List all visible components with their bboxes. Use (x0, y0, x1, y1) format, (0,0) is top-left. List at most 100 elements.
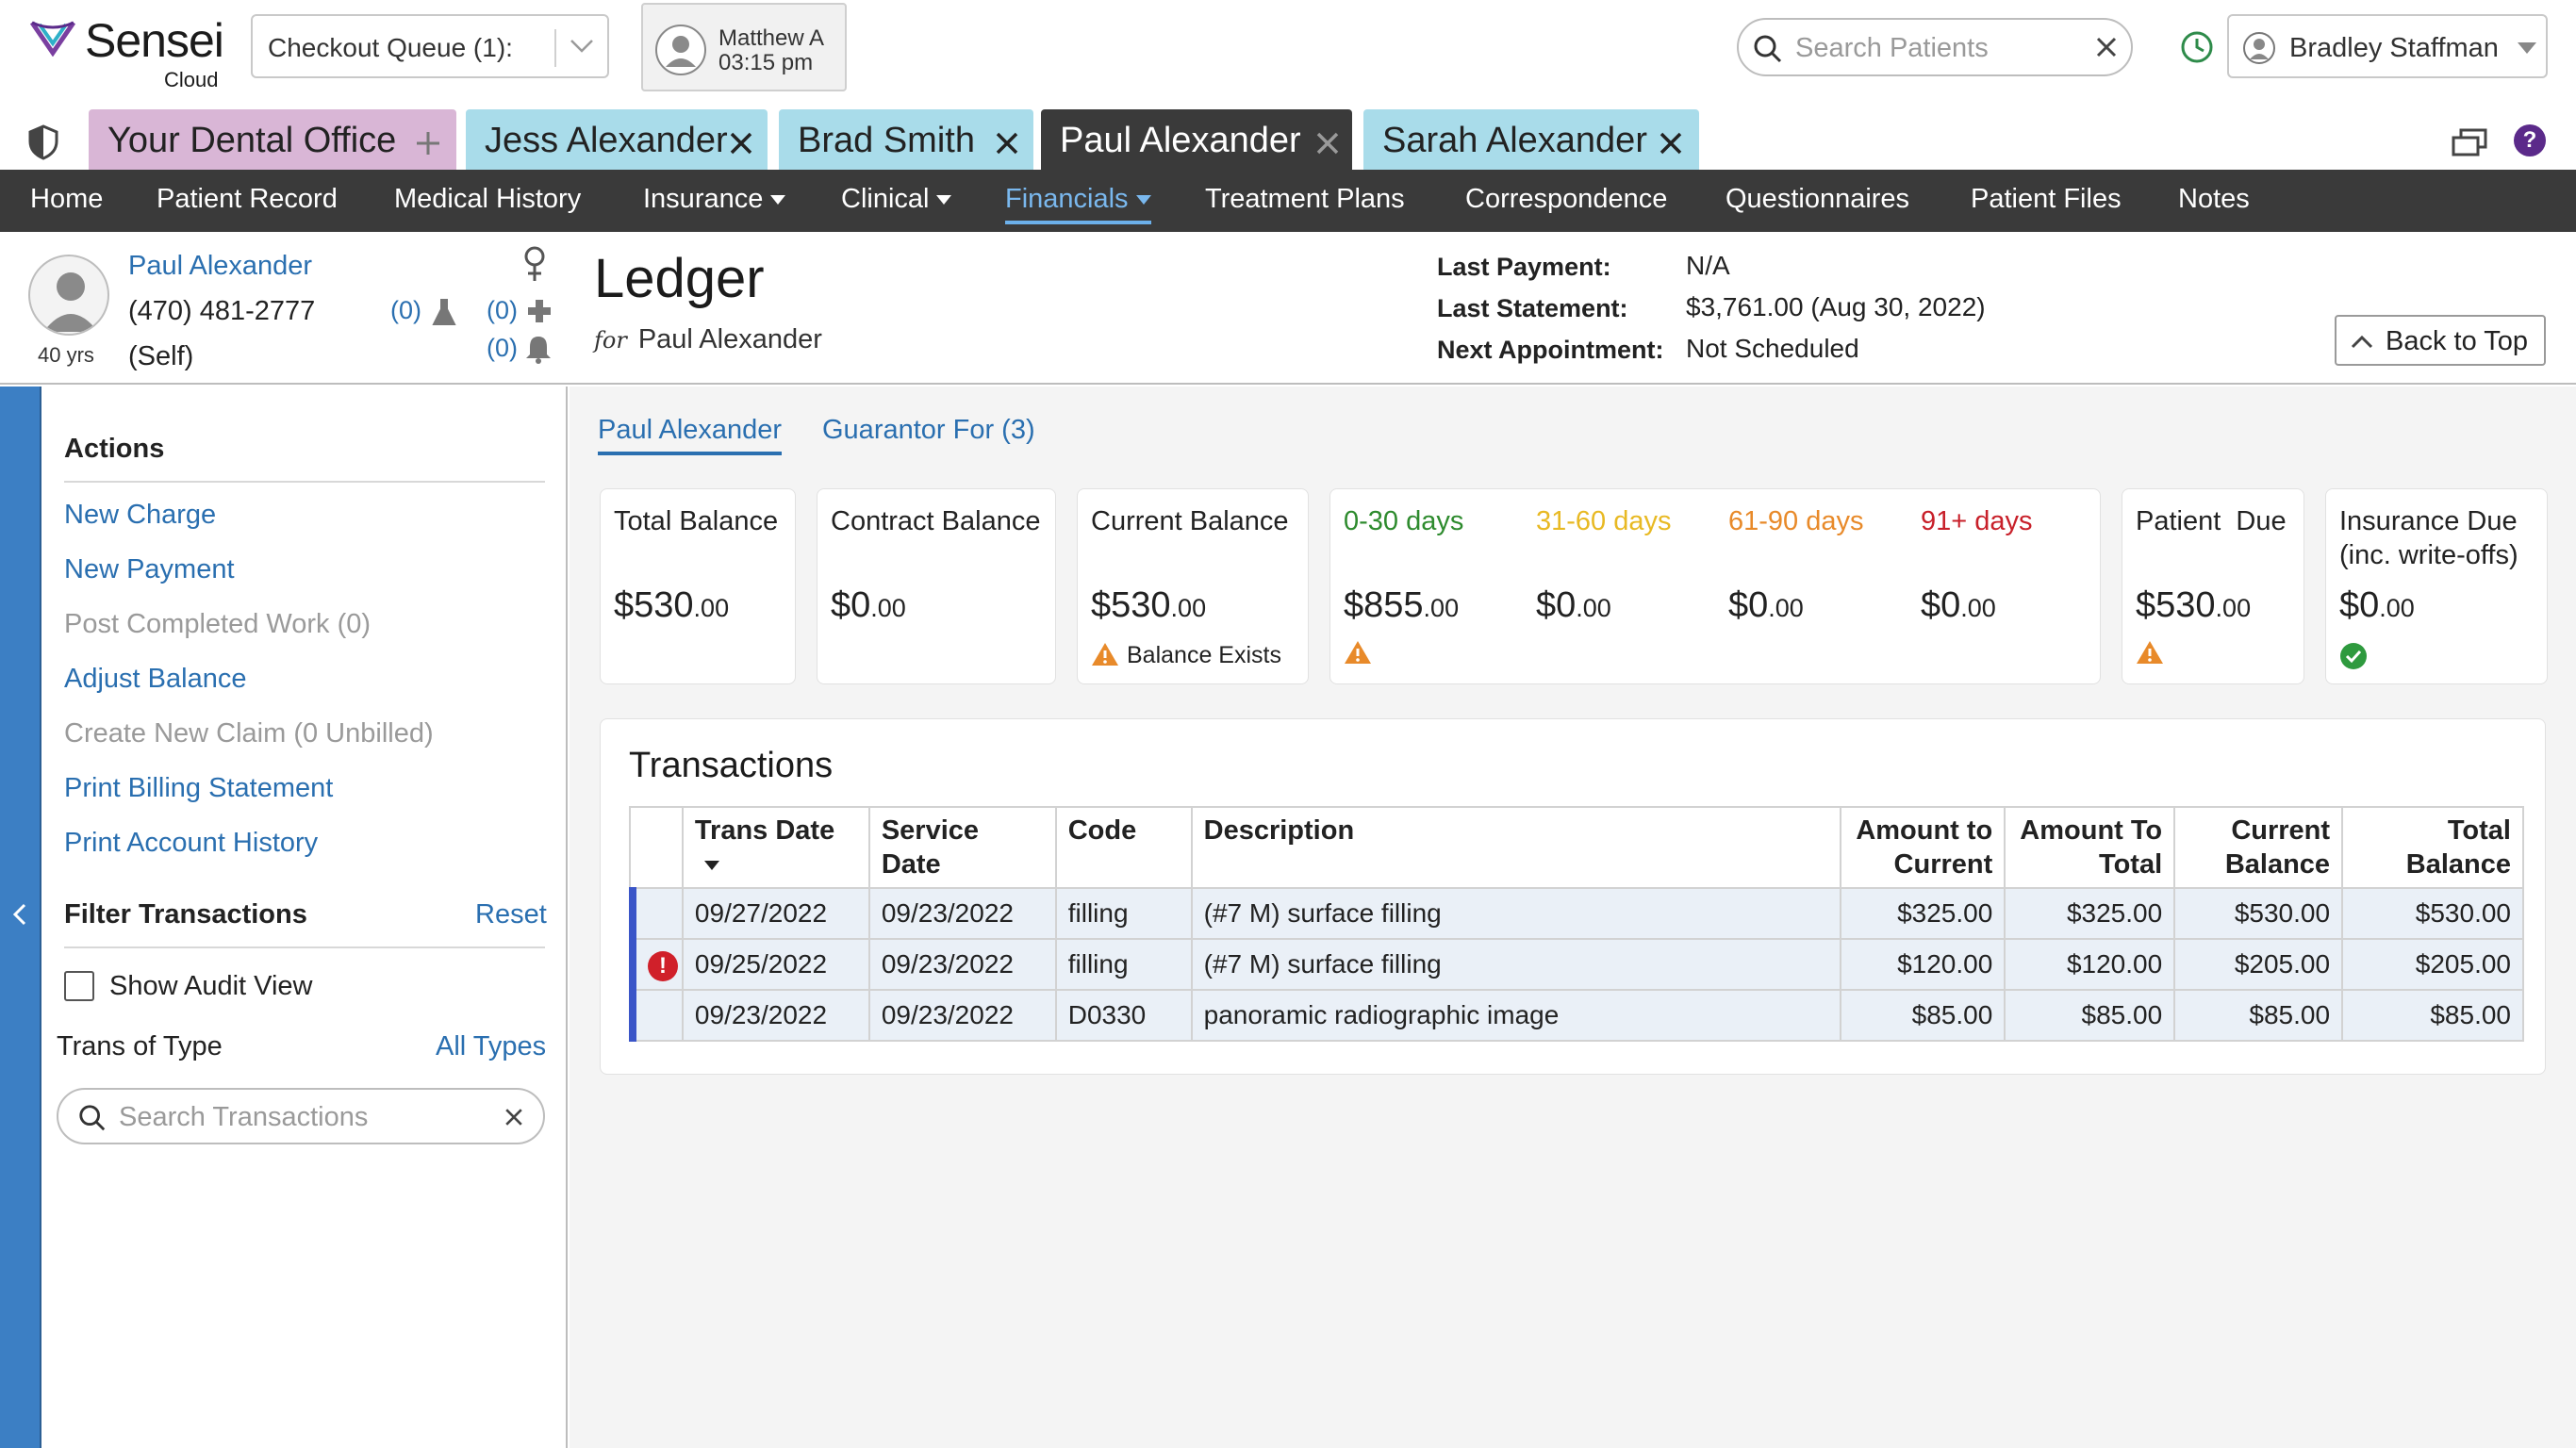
nav-questionnaires[interactable]: Questionnaires (1726, 184, 1909, 215)
search-patients-input[interactable] (1795, 31, 2078, 65)
nav-label: Notes (2178, 184, 2250, 214)
close-icon[interactable] (1658, 130, 1684, 156)
total-balance-header[interactable]: Total Balance (2341, 806, 2524, 889)
back-to-top-button[interactable]: Back to Top (2335, 315, 2546, 366)
header-label-2: Balance (2224, 849, 2331, 880)
aging-value: $0.00 (1728, 585, 1804, 626)
chevron-down-icon (570, 40, 593, 53)
windows-icon[interactable] (2452, 126, 2489, 158)
all-types-link[interactable]: All Types (436, 1031, 546, 1062)
nav-treatment-plans[interactable]: Treatment Plans (1205, 184, 1405, 215)
sidebar-collapse-rail[interactable] (0, 387, 41, 1448)
value-cents: .00 (2379, 594, 2415, 622)
description-header[interactable]: Description (1190, 806, 1842, 889)
close-icon[interactable] (728, 130, 754, 156)
alert-count[interactable]: (0) (487, 334, 518, 363)
show-audit-view-checkbox[interactable] (64, 971, 94, 1001)
lab-count[interactable]: (0) (390, 296, 421, 325)
shield-icon[interactable] (28, 124, 58, 160)
total-balance-card: Total Balance $530.00 (600, 488, 796, 684)
amount-to-current-header[interactable]: Amount to Current (1840, 806, 2006, 889)
patient-name-link[interactable]: Paul Alexander (128, 251, 312, 282)
new-payment-link[interactable]: New Payment (64, 554, 235, 585)
patient-due-card: Patient Due $530.00 (2122, 488, 2304, 684)
nav-patient-record[interactable]: Patient Record (157, 184, 338, 215)
adjust-balance-link[interactable]: Adjust Balance (64, 664, 246, 695)
table-row[interactable]: 09/27/2022 09/23/2022 filling (#7 M) sur… (629, 887, 2524, 940)
tab-jess-alexander[interactable]: Jess Alexander (466, 109, 768, 170)
checkout-queue-select[interactable]: Checkout Queue (1): (251, 14, 609, 78)
amount-to-current-cell: $120.00 (1840, 938, 2006, 991)
nav-clinical[interactable]: Clinical (841, 184, 952, 215)
avatar[interactable] (28, 255, 109, 336)
card-value: $530.00 (614, 585, 729, 626)
sensei-logo[interactable]: Sensei Cloud (28, 13, 226, 91)
last-statement-label: Last Statement: (1437, 294, 1628, 322)
tab-brad-smith[interactable]: Brad Smith (779, 109, 1033, 170)
main-nav: Home Patient Record Medical History Insu… (0, 170, 2576, 232)
medical-count[interactable]: (0) (487, 296, 518, 325)
service-date-header[interactable]: Service Date (867, 806, 1057, 889)
total-balance-cell: $85.00 (2341, 989, 2524, 1042)
nav-home[interactable]: Home (30, 184, 103, 215)
tab-your-dental-office[interactable]: Your Dental Office (89, 109, 456, 170)
tab-sarah-alexander[interactable]: Sarah Alexander (1363, 109, 1699, 170)
code-header[interactable]: Code (1054, 806, 1193, 889)
provider-card[interactable]: Matthew A 03:15 pm (641, 3, 847, 91)
amount-to-total-cell: $120.00 (2004, 938, 2176, 991)
value-dollars: $530 (1091, 585, 1171, 625)
subtab-guarantor-for[interactable]: Guarantor For (3) (822, 415, 1035, 446)
label-line-1: Insurance Due (2339, 506, 2518, 536)
nav-financials[interactable]: Financials (1005, 184, 1151, 224)
search-transactions-field[interactable] (57, 1088, 545, 1144)
code-cell: D0330 (1054, 989, 1193, 1042)
patient-tabs-row: Your Dental Office Jess Alexander Brad S… (0, 98, 2576, 170)
clear-search-icon[interactable] (2092, 33, 2121, 61)
search-transactions-input[interactable] (119, 1101, 477, 1133)
aging-label: 91+ days (1921, 506, 2033, 536)
nav-medical-history[interactable]: Medical History (394, 184, 581, 215)
new-charge-link[interactable]: New Charge (64, 500, 216, 531)
help-icon[interactable]: ? (2514, 124, 2546, 156)
print-billing-statement-link[interactable]: Print Billing Statement (64, 773, 333, 804)
value-cents: .00 (1960, 594, 1996, 622)
card-value: $0.00 (2339, 585, 2415, 626)
print-account-history-link[interactable]: Print Account History (64, 828, 318, 859)
table-row[interactable]: 09/23/2022 09/23/2022 D0330 panoramic ra… (629, 989, 2524, 1042)
nav-insurance[interactable]: Insurance (643, 184, 786, 215)
total-balance-cell: $205.00 (2341, 938, 2524, 991)
plus-icon[interactable] (415, 130, 441, 156)
tab-paul-alexander[interactable]: Paul Alexander (1041, 109, 1352, 170)
ledger-main: Paul Alexander Guarantor For (3) Total B… (570, 387, 2576, 1448)
current-balance-header[interactable]: Current Balance (2173, 806, 2344, 889)
user-menu[interactable]: Bradley Staffman (2227, 14, 2548, 78)
amount-to-total-header[interactable]: Amount To Total (2004, 806, 2176, 889)
subtab-paul-alexander[interactable]: Paul Alexander (598, 415, 783, 455)
value-dollars: $855 (1344, 585, 1424, 625)
description-cell: (#7 M) surface filling (1190, 887, 1842, 940)
search-patients-field[interactable] (1737, 18, 2133, 76)
close-icon[interactable] (1314, 130, 1341, 156)
nav-correspondence[interactable]: Correspondence (1465, 184, 1667, 215)
patient-avatar-icon (43, 272, 98, 332)
clock-icon[interactable] (2180, 30, 2214, 64)
value-cents: .00 (2215, 594, 2252, 622)
chevron-left-icon[interactable] (11, 900, 30, 929)
last-statement-value: $3,761.00 (Aug 30, 2022) (1686, 292, 1986, 321)
aging-card: 0-30 days $855.00 31-60 days $0.00 61-90… (1329, 488, 2101, 684)
error-icon[interactable]: ! (648, 951, 678, 981)
back-to-top-label: Back to Top (2386, 326, 2529, 356)
create-new-claim-link: Create New Claim (0 Unbilled) (64, 718, 434, 749)
nav-patient-files[interactable]: Patient Files (1971, 184, 2122, 215)
table-row[interactable]: ! 09/25/2022 09/23/2022 filling (#7 M) s… (629, 938, 2524, 991)
card-label: Contract Balance (831, 506, 1041, 536)
nav-notes[interactable]: Notes (2178, 184, 2250, 215)
close-icon[interactable] (994, 130, 1020, 156)
row-marker (629, 989, 684, 1042)
warning-icon (1345, 641, 1371, 664)
selection-bar (629, 938, 636, 991)
trans-date-header[interactable]: Trans Date (681, 806, 870, 889)
clear-search-icon[interactable] (502, 1105, 526, 1129)
reset-link[interactable]: Reset (475, 899, 547, 930)
caret-down-icon (770, 195, 786, 206)
